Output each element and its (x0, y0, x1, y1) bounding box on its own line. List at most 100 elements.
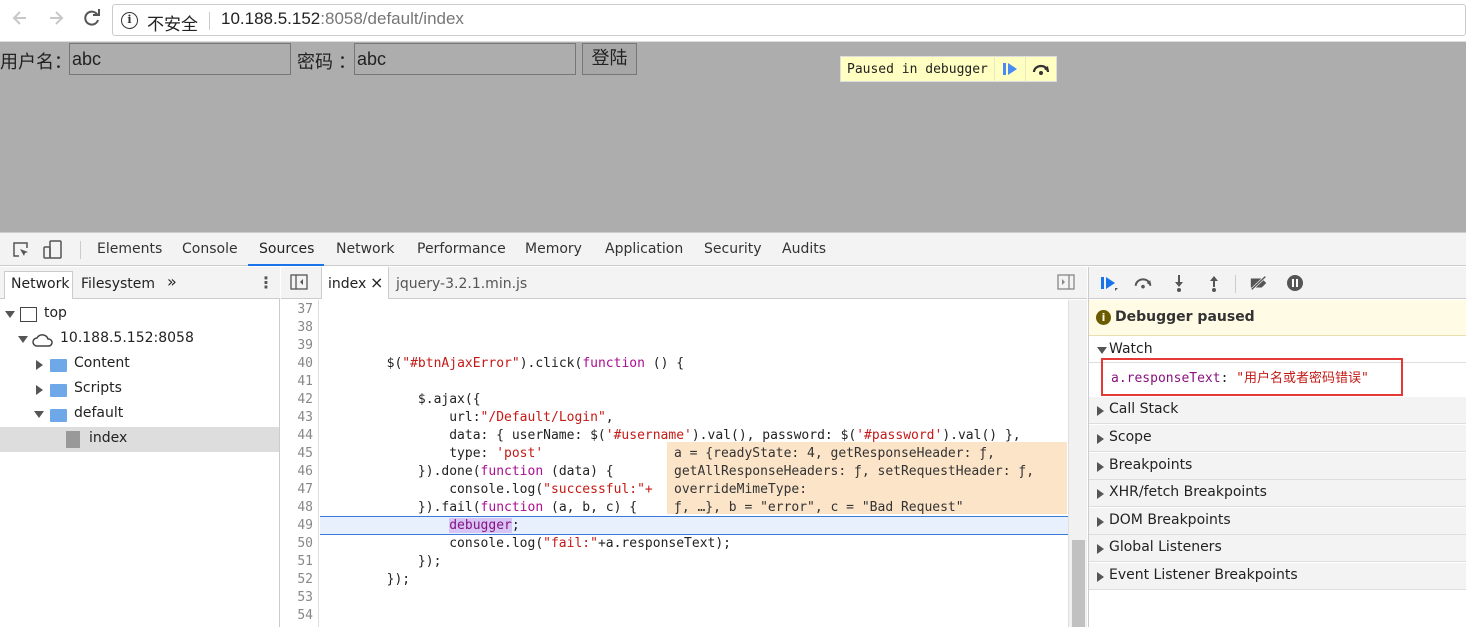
tab-audits[interactable]: Audits (782, 241, 826, 257)
step-over-icon[interactable] (1024, 56, 1056, 82)
folder-icon (50, 409, 67, 422)
line-gutter[interactable]: 37 38 39 40 41 42 43 44 45 46 47 48 49 5… (281, 300, 319, 627)
line-number[interactable]: 52 (297, 572, 313, 587)
address-bar[interactable]: i 不安全 10.188.5.152:8058/default/index (112, 4, 1466, 36)
toggle-navigator-icon[interactable] (290, 274, 308, 294)
info-icon[interactable]: i (121, 12, 138, 29)
watch-highlight-box: a.responseText: "用户名或者密码错误" (1101, 358, 1403, 396)
folder-icon (50, 384, 67, 397)
watch-value: "用户名或者密码错误" (1236, 371, 1369, 386)
collapsed-arrow-icon (1097, 489, 1104, 499)
tree-item-default[interactable]: default (0, 402, 279, 427)
tab-memory[interactable]: Memory (525, 241, 582, 257)
close-tab-icon[interactable]: × (370, 273, 383, 292)
tab-security[interactable]: Security (704, 241, 762, 257)
kebab-menu-icon[interactable]: ⋮ (258, 273, 274, 292)
cloud-icon (32, 334, 53, 347)
line-number[interactable]: 47 (297, 482, 313, 497)
editor-tab-index[interactable]: index × (321, 267, 389, 299)
line-number[interactable]: 43 (297, 410, 313, 425)
tab-performance[interactable]: Performance (417, 241, 506, 257)
url-host: 10.188.5.152 (221, 9, 321, 28)
login-button[interactable]: 登陆 (582, 43, 637, 75)
tab-application[interactable]: Application (605, 241, 683, 257)
page-viewport: 用户名： 密码 ： 登陆 Paused in debugger (0, 42, 1466, 232)
line-number[interactable]: 49 (297, 518, 313, 533)
folder-icon (50, 359, 67, 372)
step-into-icon[interactable] (1169, 274, 1189, 292)
expand-arrow-icon (34, 411, 44, 418)
pane-breakpoints[interactable]: Breakpoints (1089, 453, 1466, 480)
step-over-icon[interactable] (1133, 274, 1153, 292)
toolbar-divider (80, 241, 81, 259)
tab-label: index (328, 276, 367, 292)
expand-arrow-icon (18, 336, 28, 343)
line-number[interactable]: 45 (297, 446, 313, 461)
code-line-46: }).done(function (data) { (324, 464, 614, 479)
inspect-element-icon[interactable] (11, 240, 31, 264)
watch-separator: : (1220, 371, 1237, 386)
tree-item-content[interactable]: Content (0, 352, 279, 377)
url-text[interactable]: 10.188.5.152:8058/default/index (221, 9, 464, 29)
nav-tab-network[interactable]: Network (11, 276, 69, 292)
line-number[interactable]: 38 (297, 320, 313, 335)
line-number[interactable]: 44 (297, 428, 313, 443)
collapsed-arrow-icon (1097, 406, 1104, 416)
nav-tab-filesystem[interactable]: Filesystem (81, 276, 155, 292)
reload-icon[interactable] (80, 8, 104, 32)
tab-network[interactable]: Network (336, 241, 394, 257)
more-tabs-button[interactable]: » (167, 272, 177, 291)
tree-label: index (89, 430, 128, 446)
resume-icon[interactable] (1099, 274, 1119, 292)
pane-scope[interactable]: Scope (1089, 425, 1466, 452)
line-number[interactable]: 54 (297, 608, 313, 623)
line-number[interactable]: 42 (297, 392, 313, 407)
tab-sources[interactable]: Sources (259, 241, 314, 257)
editor-tabbar: index × jquery-3.2.1.min.js (281, 267, 1087, 299)
tree-item-index[interactable]: index (0, 427, 279, 452)
tab-elements[interactable]: Elements (97, 241, 162, 257)
resume-icon[interactable] (993, 56, 1025, 82)
line-number[interactable]: 37 (297, 302, 313, 317)
line-number[interactable]: 46 (297, 464, 313, 479)
deactivate-breakpoints-icon[interactable] (1249, 274, 1269, 292)
tree-item-scripts[interactable]: Scripts (0, 377, 279, 402)
line-number[interactable]: 41 (297, 374, 313, 389)
step-out-icon[interactable] (1204, 274, 1224, 292)
password-input[interactable] (354, 43, 576, 75)
pane-xhr-breakpoints[interactable]: XHR/fetch Breakpoints (1089, 480, 1466, 507)
line-number[interactable]: 40 (297, 356, 313, 371)
tab-console[interactable]: Console (182, 241, 238, 257)
tree-item-top[interactable]: top (0, 302, 279, 327)
device-toolbar-icon[interactable] (42, 239, 64, 265)
line-number[interactable]: 50 (297, 536, 313, 551)
security-label[interactable]: 不安全 (147, 10, 198, 35)
line-number[interactable]: 53 (297, 590, 313, 605)
collapsed-arrow-icon (1097, 462, 1104, 472)
pane-title: DOM Breakpoints (1109, 512, 1231, 528)
pane-event-listener-breakpoints[interactable]: Event Listener Breakpoints (1089, 563, 1466, 590)
info-icon: i (1096, 310, 1111, 325)
forward-icon[interactable] (44, 8, 68, 32)
back-icon[interactable] (8, 8, 32, 32)
toggle-debugger-icon[interactable] (1057, 274, 1075, 294)
tree-label: top (44, 305, 67, 321)
username-input[interactable] (69, 43, 291, 75)
watch-expression[interactable]: a.responseText: "用户名或者密码错误" (1111, 367, 1369, 386)
scrollbar-thumb[interactable] (1072, 540, 1085, 627)
frame-icon (20, 307, 37, 322)
line-number[interactable]: 39 (297, 338, 313, 353)
line-number[interactable]: 51 (297, 554, 313, 569)
pane-dom-breakpoints[interactable]: DOM Breakpoints (1089, 508, 1466, 535)
expand-arrow-icon (1097, 347, 1107, 354)
pane-call-stack[interactable]: Call Stack (1089, 397, 1466, 424)
editor-tab-jquery[interactable]: jquery-3.2.1.min.js (396, 276, 527, 292)
code-line-40: $("#btnAjaxError").click(function () { (324, 356, 685, 371)
editor-scrollbar[interactable] (1068, 300, 1087, 627)
line-number[interactable]: 48 (297, 500, 313, 515)
tree-item-host[interactable]: 10.188.5.152:8058 (0, 327, 279, 352)
pane-global-listeners[interactable]: Global Listeners (1089, 535, 1466, 562)
collapsed-arrow-icon (36, 385, 43, 395)
pause-on-exceptions-icon[interactable] (1285, 274, 1305, 292)
address-separator (209, 12, 210, 30)
